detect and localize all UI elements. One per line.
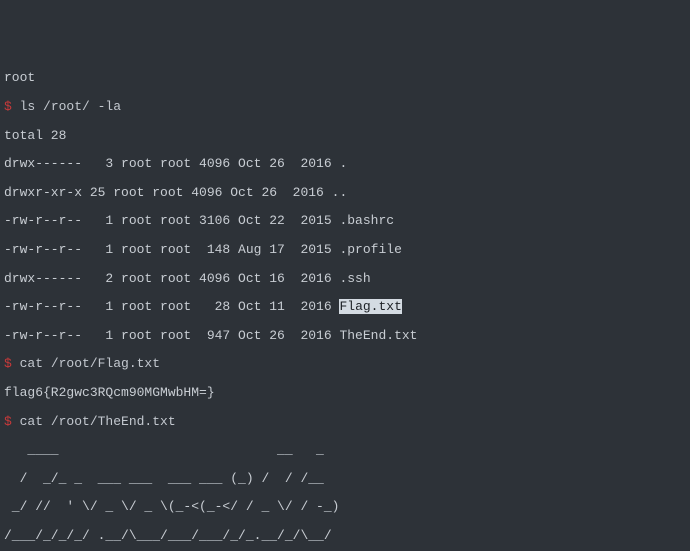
ascii-art-line: _/ // ' \/ _ \/ _ \(_-<(_-</ / _ \/ / -_… — [4, 500, 686, 514]
out-line: -rw-r--r-- 1 root root 28 Oct 11 2016 Fl… — [4, 300, 686, 314]
ascii-art-line: / _/_ _ ___ ___ ___ ___ (_) / / /__ — [4, 472, 686, 486]
terminal[interactable]: root $ ls /root/ -la total 28 drwx------… — [0, 57, 690, 551]
out-line: drwx------ 3 root root 4096 Oct 26 2016 … — [4, 157, 686, 171]
ascii-art-line: /___/_/_/_/ .__/\___/___/___/_/_.__/_/\_… — [4, 529, 686, 543]
out-line: -rw-r--r-- 1 root root 947 Oct 26 2016 T… — [4, 329, 686, 343]
out-line: drwxr-xr-x 25 root root 4096 Oct 26 2016… — [4, 186, 686, 200]
prompt: $ — [4, 99, 20, 114]
cmd-line: $ cat /root/TheEnd.txt — [4, 415, 686, 429]
out-line: -rw-r--r-- 1 root root 148 Aug 17 2015 .… — [4, 243, 686, 257]
prompt: $ — [4, 356, 20, 371]
ascii-art-line: ____ __ _ — [4, 443, 686, 457]
highlight-flag-file: Flag.txt — [339, 299, 401, 314]
out-line: drwx------ 2 root root 4096 Oct 16 2016 … — [4, 272, 686, 286]
out-line: root — [4, 71, 686, 85]
command-text: cat /root/Flag.txt — [20, 356, 160, 371]
cmd-line: $ cat /root/Flag.txt — [4, 357, 686, 371]
out-text: -rw-r--r-- 1 root root 28 Oct 11 2016 — [4, 299, 339, 314]
out-line: flag6{R2gwc3RQcm90MGMwbHM=} — [4, 386, 686, 400]
prompt: $ — [4, 414, 20, 429]
cmd-line: $ ls /root/ -la — [4, 100, 686, 114]
command-text: cat /root/TheEnd.txt — [20, 414, 176, 429]
out-line: total 28 — [4, 129, 686, 143]
command-text: ls /root/ -la — [20, 99, 121, 114]
out-line: -rw-r--r-- 1 root root 3106 Oct 22 2015 … — [4, 214, 686, 228]
